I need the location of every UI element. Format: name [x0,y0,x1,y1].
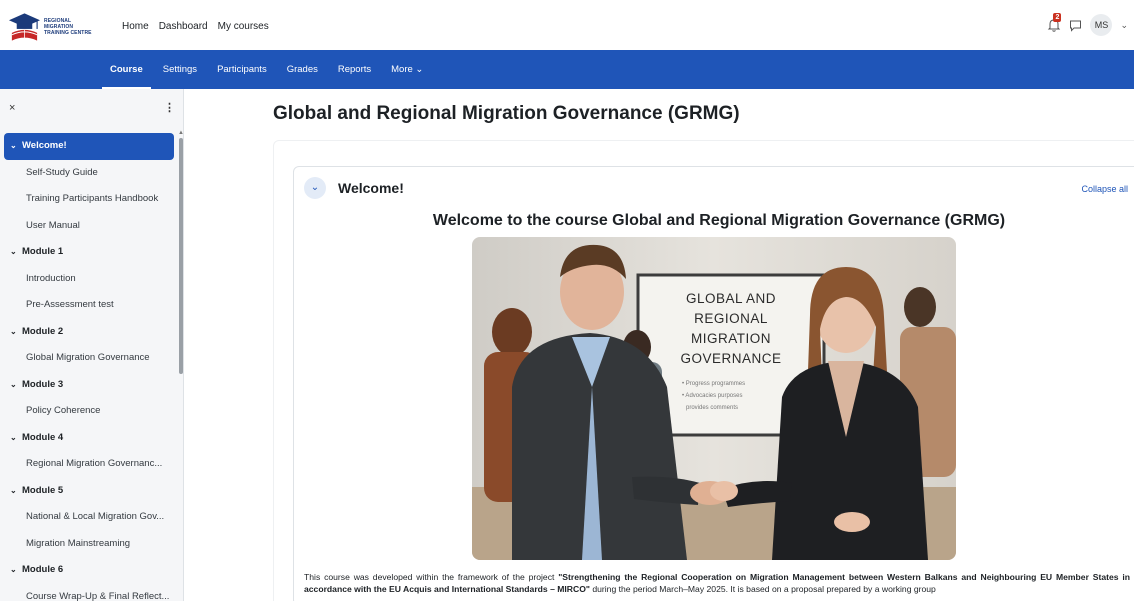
section-collapse-chevron-icon[interactable]: ⌄ [304,177,326,199]
welcome-section: ⌄ Welcome! Collapse all Welcome to the c… [293,166,1134,601]
main-content: Global and Regional Migration Governance… [184,89,1134,601]
nav-my-courses-link[interactable]: My courses [218,21,269,32]
sidebar-item-8[interactable]: Global Migration Governance [0,345,183,372]
sidebar-section-9[interactable]: ⌄ Module 3 [0,372,183,399]
intro-text-start: This course was developed within the fra… [304,572,559,582]
sidebar-item-14[interactable]: National & Local Migration Gov... [0,504,183,531]
tab-course[interactable]: Course [100,50,153,89]
sidebar-item-label: Welcome! [22,140,67,151]
sidebar-item-5[interactable]: Introduction [0,266,183,293]
board-bullet-2: • Advocacies purposes [682,393,742,399]
board-line-2: REGIONAL [694,311,768,326]
sidebar-item-label: Regional Migration Governanc... [26,458,163,469]
tab-participants[interactable]: Participants [207,50,277,89]
nav-dashboard-link[interactable]: Dashboard [159,21,208,32]
sidebar-item-label: Module 6 [22,564,64,575]
logo-line-2: TRAINING CENTRE [43,30,92,36]
sidebar-item-label: Migration Mainstreaming [26,537,131,549]
chevron-down-icon[interactable]: ⌄ [10,557,22,584]
section-title: Welcome! [338,180,404,196]
sidebar-item-12[interactable]: Regional Migration Governanc... [0,451,183,478]
sidebar-item-label: Module 5 [22,484,64,496]
welcome-heading: Welcome to the course Global and Regiona… [432,212,1006,229]
user-menu-chevron-down-icon[interactable]: ⌄ [1120,20,1128,31]
collapse-all-link[interactable]: Collapse all [1081,184,1128,194]
sidebar-section-4[interactable]: ⌄ Module 1 [0,239,183,266]
user-area: 2 MS ⌄ [1047,13,1128,36]
close-drawer-icon[interactable]: × [9,102,15,114]
tab-settings[interactable]: Settings [153,50,207,89]
sidebar-item-label: Global Migration Governance [26,352,150,363]
course-index-drawer: × ⋮ ▲ ⌄ Welcome! Self-Study Guide Training … [0,89,184,601]
board-line-1: GLOBAL AND [686,291,776,306]
sidebar-item-label: Policy Coherence [26,405,101,416]
sidebar-item-15[interactable]: Migration Mainstreaming [0,531,183,558]
drawer-menu-kebab-icon[interactable]: ⋮ [164,101,175,114]
messages-icon[interactable] [1069,19,1082,32]
course-index-list: ⌄ Welcome! Self-Study Guide Training Partic… [0,133,183,601]
handshake-image: GLOBAL AND REGIONAL MIGRATION GOVERNANCE… [472,237,956,560]
sidebar-item-label: Introduction [26,272,76,284]
tab-more[interactable]: More ⌄ [381,50,433,89]
sidebar-item-label: Self-Study Guide [26,166,98,178]
course-intro-paragraph: This course was developed within the fra… [304,571,1130,595]
sidebar-item-label: Course Wrap-Up & Final Reflect... [26,590,170,601]
notification-count-badge: 2 [1053,13,1062,22]
logo-line-1: REGIONAL MIGRATION [43,18,74,30]
sidebar-item-label: User Manual [26,219,80,231]
site-logo[interactable]: REGIONAL MIGRATION TRAINING CENTRE [8,10,100,44]
chevron-down-icon[interactable]: ⌄ [10,425,22,452]
sidebar-item-6[interactable]: Pre-Assessment test [0,292,183,319]
tab-grades[interactable]: Grades [277,50,328,89]
sidebar-section-11[interactable]: ⌄ Module 4 [0,425,183,452]
sidebar-section-0[interactable]: ⌄ Welcome! [4,133,174,160]
sidebar-section-16[interactable]: ⌄ Module 6 [0,557,183,584]
intro-text-end: during the period March–May 2025. It is … [589,584,936,594]
sidebar-item-label: Module 2 [22,325,64,337]
sidebar-item-10[interactable]: Policy Coherence [0,398,183,425]
primary-nav: Home Dashboard My courses [122,0,269,52]
sidebar-item-1[interactable]: Self-Study Guide [0,160,183,187]
notifications-button[interactable]: 2 [1047,13,1062,33]
sidebar-item-label: Module 3 [22,378,64,390]
chevron-down-icon[interactable]: ⌄ [10,478,22,505]
nav-home-link[interactable]: Home [122,21,149,32]
chevron-down-icon[interactable]: ⌄ [10,239,22,266]
chevron-down-icon[interactable]: ⌄ [10,319,22,346]
board-bullet-3: provides comments [686,405,738,411]
chevron-down-icon[interactable]: ⌄ [10,372,22,399]
sidebar-section-13[interactable]: ⌄ Module 5 [0,478,183,505]
chevron-down-icon[interactable]: ⌄ [10,133,22,160]
sidebar-item-3[interactable]: User Manual [0,213,183,240]
sidebar-item-2[interactable]: Training Participants Handbook [0,186,183,213]
sidebar-item-label: Module 1 [22,246,64,257]
board-line-4: GOVERNANCE [680,351,781,366]
handshake-photo: GLOBAL AND REGIONAL MIGRATION GOVERNANCE… [472,237,956,560]
tab-reports[interactable]: Reports [328,50,381,89]
user-avatar[interactable]: MS [1090,14,1113,36]
graduation-cap-logo-icon [8,13,41,41]
top-navbar: REGIONAL MIGRATION TRAINING CENTRE Home … [0,0,1134,52]
sidebar-item-label: National & Local Migration Gov... [26,511,165,522]
sidebar-section-7[interactable]: ⌄ Module 2 [0,319,183,346]
board-line-3: MIGRATION [691,331,771,346]
sidebar-item-17[interactable]: Course Wrap-Up & Final Reflect... [0,584,183,601]
page-title: Global and Regional Migration Governance… [273,103,740,124]
sidebar-item-label: Pre-Assessment test [26,299,114,310]
course-secondary-nav: Course Settings Participants Grades Repo… [0,50,1134,89]
sidebar-item-label: Training Participants Handbook [26,193,159,204]
board-bullet-1: • Progress programmes [682,381,745,387]
sidebar-item-label: Module 4 [22,431,64,443]
